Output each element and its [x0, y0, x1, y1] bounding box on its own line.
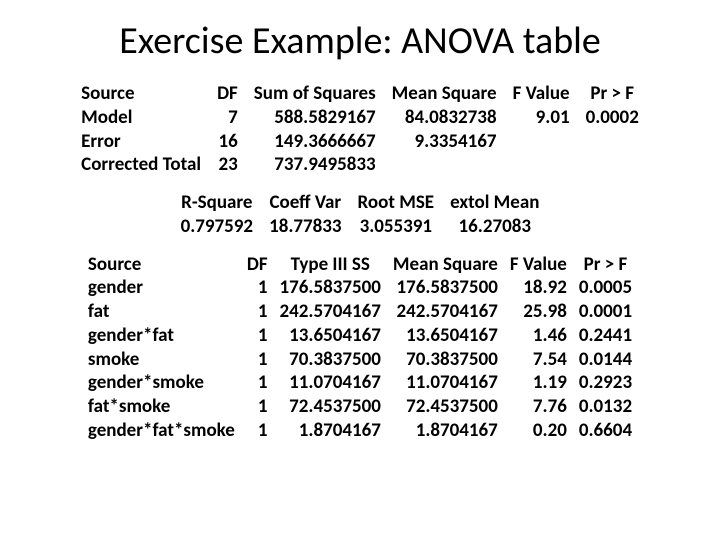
cell-mean: 16.27083: [442, 215, 547, 239]
cell-f: 25.98: [504, 300, 573, 324]
cell-rootmse: 3.055391: [350, 215, 443, 239]
anova-table: Source DF Sum of Squares Mean Square F V…: [73, 82, 647, 177]
table-header-row: R-Square Coeff Var Root MSE extol Mean: [173, 191, 548, 215]
cell-ms: 11.0704167: [387, 371, 504, 395]
col-fvalue: F Value: [504, 253, 573, 277]
cell-p: 0.0144: [573, 348, 638, 372]
cell-source: fat*smoke: [82, 395, 241, 419]
slide-title: Exercise Example: ANOVA table: [32, 18, 688, 64]
cell-source: smoke: [82, 348, 241, 372]
cell-ms: 1.8704167: [387, 419, 504, 443]
cell-ms: 84.0832738: [384, 106, 505, 130]
col-coeffvar: Coeff Var: [261, 191, 349, 215]
cell-ms: 70.3837500: [387, 348, 504, 372]
cell-ss: 1.8704167: [274, 419, 387, 443]
cell-p: 0.0005: [573, 276, 638, 300]
col-mean: extol Mean: [442, 191, 547, 215]
table-row: gender 1 176.5837500 176.5837500 18.92 0…: [82, 276, 638, 300]
cell-source: gender*smoke: [82, 371, 241, 395]
cell-source: Error: [73, 130, 209, 154]
cell-source: gender*fat*smoke: [82, 419, 241, 443]
col-fvalue: F Value: [505, 82, 578, 106]
cell-ss: 176.5837500: [274, 276, 387, 300]
cell-df: 1: [241, 395, 274, 419]
cell-rsquare: 0.797592: [173, 215, 261, 239]
cell-f: [505, 153, 578, 177]
table-row: fat 1 242.5704167 242.5704167 25.98 0.00…: [82, 300, 638, 324]
cell-f: 18.92: [504, 276, 573, 300]
table-row: gender*smoke 1 11.0704167 11.0704167 1.1…: [82, 371, 638, 395]
col-ms: Mean Square: [384, 82, 505, 106]
cell-f: 1.46: [504, 324, 573, 348]
cell-source: gender*fat: [82, 324, 241, 348]
cell-ss: 13.6504167: [274, 324, 387, 348]
col-ss: Sum of Squares: [246, 82, 384, 106]
table-row: gender*fat 1 13.6504167 13.6504167 1.46 …: [82, 324, 638, 348]
table-row: fat*smoke 1 72.4537500 72.4537500 7.76 0…: [82, 395, 638, 419]
cell-source: Model: [73, 106, 209, 130]
col-rsquare: R-Square: [173, 191, 261, 215]
col-ms: Mean Square: [387, 253, 504, 277]
table-row: Model 7 588.5829167 84.0832738 9.01 0.00…: [73, 106, 647, 130]
col-prf: Pr > F: [578, 82, 647, 106]
table-row: Corrected Total 23 737.9495833: [73, 153, 647, 177]
cell-df: 1: [241, 324, 274, 348]
fit-stats-table: R-Square Coeff Var Root MSE extol Mean 0…: [173, 191, 548, 239]
cell-ms: 9.3354167: [384, 130, 505, 154]
cell-p: 0.2923: [573, 371, 638, 395]
cell-source: gender: [82, 276, 241, 300]
cell-f: 7.54: [504, 348, 573, 372]
cell-p: 0.0001: [573, 300, 638, 324]
cell-df: 1: [241, 300, 274, 324]
cell-p: 0.2441: [573, 324, 638, 348]
table-row: Error 16 149.3666667 9.3354167: [73, 130, 647, 154]
table-row: smoke 1 70.3837500 70.3837500 7.54 0.014…: [82, 348, 638, 372]
cell-df: 1: [241, 419, 274, 443]
cell-f: [505, 130, 578, 154]
cell-source: Corrected Total: [73, 153, 209, 177]
col-df: DF: [209, 82, 246, 106]
col-source: Source: [73, 82, 209, 106]
col-type3ss: Type III SS: [274, 253, 387, 277]
cell-df: 23: [209, 153, 246, 177]
table-row: gender*fat*smoke 1 1.8704167 1.8704167 0…: [82, 419, 638, 443]
col-source: Source: [82, 253, 241, 277]
type3-table: Source DF Type III SS Mean Square F Valu…: [82, 253, 638, 443]
cell-ss: 242.5704167: [274, 300, 387, 324]
cell-ss: 588.5829167: [246, 106, 384, 130]
cell-p: [578, 130, 647, 154]
cell-ss: 70.3837500: [274, 348, 387, 372]
cell-df: 1: [241, 371, 274, 395]
cell-f: 0.20: [504, 419, 573, 443]
cell-f: 9.01: [505, 106, 578, 130]
cell-df: 1: [241, 276, 274, 300]
table-header-row: Source DF Type III SS Mean Square F Valu…: [82, 253, 638, 277]
cell-df: 16: [209, 130, 246, 154]
cell-coeffvar: 18.77833: [261, 215, 349, 239]
col-rootmse: Root MSE: [350, 191, 443, 215]
table-header-row: Source DF Sum of Squares Mean Square F V…: [73, 82, 647, 106]
cell-df: 1: [241, 348, 274, 372]
cell-ss: 11.0704167: [274, 371, 387, 395]
cell-ms: 13.6504167: [387, 324, 504, 348]
cell-ms: [384, 153, 505, 177]
cell-ms: 176.5837500: [387, 276, 504, 300]
cell-ss: 737.9495833: [246, 153, 384, 177]
cell-source: fat: [82, 300, 241, 324]
col-df: DF: [241, 253, 274, 277]
col-prf: Pr > F: [573, 253, 638, 277]
cell-ms: 72.4537500: [387, 395, 504, 419]
cell-f: 7.76: [504, 395, 573, 419]
cell-p: [578, 153, 647, 177]
cell-p: 0.0002: [578, 106, 647, 130]
cell-p: 0.6604: [573, 419, 638, 443]
cell-f: 1.19: [504, 371, 573, 395]
table-row: 0.797592 18.77833 3.055391 16.27083: [173, 215, 548, 239]
cell-ss: 72.4537500: [274, 395, 387, 419]
cell-df: 7: [209, 106, 246, 130]
cell-ms: 242.5704167: [387, 300, 504, 324]
cell-p: 0.0132: [573, 395, 638, 419]
cell-ss: 149.3666667: [246, 130, 384, 154]
